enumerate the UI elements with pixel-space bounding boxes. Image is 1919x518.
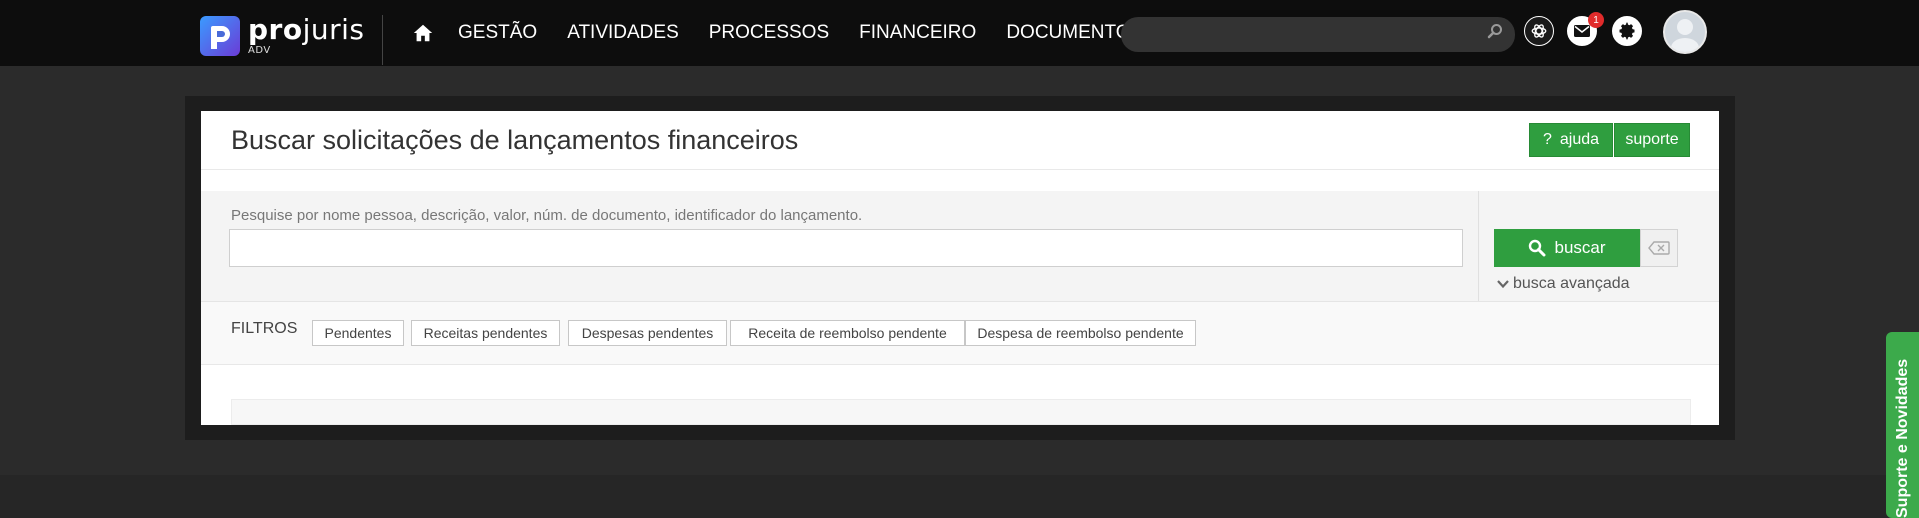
logo-wordmark: pro juris ADV xyxy=(248,16,365,56)
filter-chip-pendentes[interactable]: Pendentes xyxy=(312,320,404,346)
filters-label: FILTROS xyxy=(231,320,298,337)
search-icon[interactable] xyxy=(1487,23,1503,39)
search-input[interactable] xyxy=(229,229,1463,267)
nav-divider xyxy=(382,15,383,65)
logo-word-bold: pro xyxy=(248,13,303,46)
filter-chip-despesa-reembolso[interactable]: Despesa de reembolso pendente xyxy=(965,320,1196,346)
backspace-icon xyxy=(1648,241,1670,255)
advanced-search-toggle[interactable]: busca avançada xyxy=(1497,275,1630,293)
ai-assistant-button[interactable] xyxy=(1524,16,1554,46)
support-news-tab[interactable]: Suporte e Novidades xyxy=(1886,332,1919,518)
clear-search-button[interactable] xyxy=(1640,229,1678,267)
projuris-logo[interactable]: pro juris ADV xyxy=(200,16,365,56)
main-nav: GESTÃO ATIVIDADES PROCESSOS FINANCEIRO D… xyxy=(458,0,1173,66)
global-search-input[interactable] xyxy=(1121,17,1515,52)
projuris-logo-mark xyxy=(200,16,240,56)
ai-assistant-icon xyxy=(1531,24,1547,38)
nav-item-atividades[interactable]: ATIVIDADES xyxy=(567,22,679,44)
help-button-label: ajuda xyxy=(1559,131,1600,148)
divider xyxy=(201,364,1719,365)
advanced-search-label: busca avançada xyxy=(1513,275,1630,292)
gear-icon xyxy=(1619,22,1635,40)
nav-item-gestao[interactable]: GESTÃO xyxy=(458,22,537,44)
footer-band xyxy=(0,475,1919,518)
search-button[interactable]: buscar xyxy=(1494,229,1640,267)
user-avatar[interactable] xyxy=(1663,10,1707,54)
filter-chip-despesas-pendentes[interactable]: Despesas pendentes xyxy=(568,320,727,346)
filter-chip-receitas-pendentes[interactable]: Receitas pendentes xyxy=(411,320,560,346)
help-button[interactable]: ? ajuda xyxy=(1529,123,1613,157)
mail-icon xyxy=(1574,25,1590,37)
search-divider xyxy=(1478,191,1479,301)
top-navbar: pro juris ADV GESTÃO ATIVIDADES PROCESSOS… xyxy=(0,0,1919,66)
nav-item-financeiro[interactable]: FINANCEIRO xyxy=(859,22,976,44)
support-button-label: suporte xyxy=(1625,131,1679,148)
notification-badge: 1 xyxy=(1588,12,1604,28)
search-button-label: buscar xyxy=(1554,238,1606,257)
help-icon: ? xyxy=(1542,131,1552,148)
support-news-label: Suporte e Novidades xyxy=(1894,358,1911,518)
search-panel: Buscar solicitações de lançamentos finan… xyxy=(201,111,1719,425)
nav-item-processos[interactable]: PROCESSOS xyxy=(709,22,829,44)
results-area xyxy=(231,399,1691,425)
filter-chip-receita-reembolso[interactable]: Receita de reembolso pendente xyxy=(730,320,965,346)
divider xyxy=(201,169,1719,170)
search-section: Pesquise por nome pessoa, descrição, val… xyxy=(201,191,1719,301)
logo-word-light: juris xyxy=(302,13,365,46)
filters-section: FILTROS Pendentes Receitas pendentes Des… xyxy=(201,302,1719,364)
page-title: Buscar solicitações de lançamentos finan… xyxy=(231,125,799,155)
user-silhouette-icon xyxy=(1671,19,1699,52)
search-icon xyxy=(1529,239,1546,257)
support-button[interactable]: suporte xyxy=(1614,123,1690,157)
search-field-label: Pesquise por nome pessoa, descrição, val… xyxy=(231,207,863,224)
settings-button[interactable] xyxy=(1612,16,1642,46)
home-icon[interactable] xyxy=(412,22,434,44)
logo-subtitle: ADV xyxy=(248,45,271,56)
chevron-down-icon xyxy=(1497,280,1509,289)
